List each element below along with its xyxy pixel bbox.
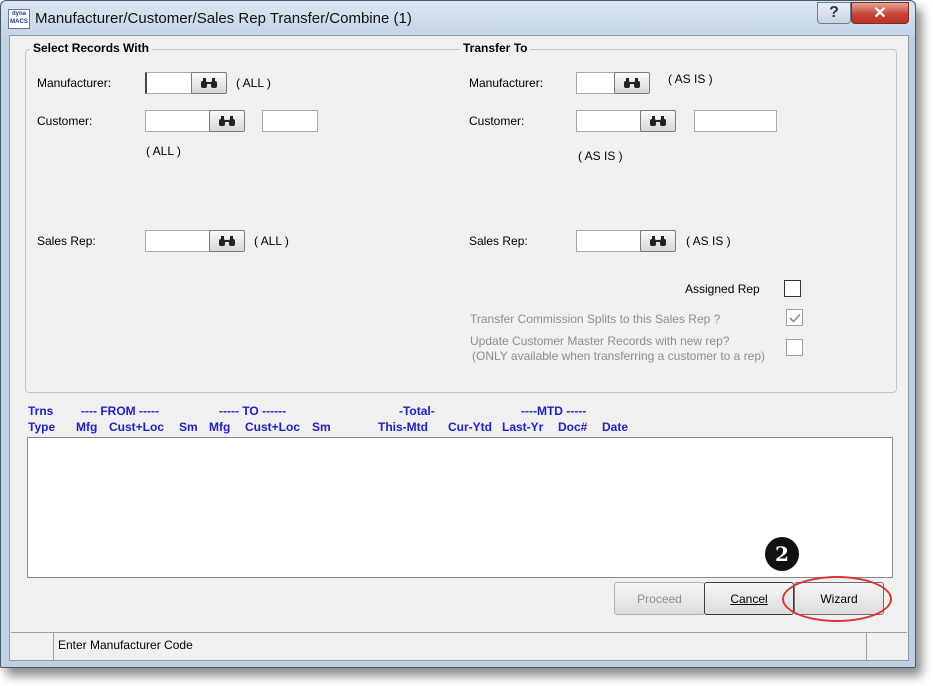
status-message: Enter Manufacturer Code — [53, 633, 867, 660]
col-header-last-yr: Last-Yr — [502, 420, 544, 434]
select-salesrep-lookup-button[interactable] — [209, 230, 245, 252]
cancel-button[interactable]: Cancel — [704, 582, 794, 615]
col-header-mfg-to: Mfg — [209, 420, 231, 434]
col-header-cur-ytd: Cur-Ytd — [448, 420, 492, 434]
update-master-checkbox[interactable] — [786, 339, 803, 356]
transfer-salesrep-hint: ( AS IS ) — [686, 234, 731, 248]
binoculars-icon — [219, 116, 235, 126]
col-header-to-group: ----- TO ------ — [219, 404, 287, 418]
col-header-custloc-to: Cust+Loc — [245, 420, 301, 434]
col-header-from-group: ---- FROM ----- — [81, 404, 159, 418]
select-salesrep-hint: ( ALL ) — [254, 234, 289, 248]
transfer-customer-hint: ( AS IS ) — [578, 149, 623, 163]
title-bar: dyna MACS Manufacturer/Customer/Sales Rep… — [1, 1, 915, 35]
col-header-date: Date — [602, 420, 629, 434]
binoculars-icon — [624, 78, 640, 88]
step-number-badge: 2 — [765, 537, 799, 571]
transfer-salesrep-label: Sales Rep: — [469, 234, 528, 248]
col-header-mtd-group: ----MTD ----- — [521, 404, 587, 418]
update-master-note: (ONLY available when transferring a cust… — [472, 349, 766, 363]
proceed-button[interactable]: Proceed — [614, 582, 705, 615]
transfer-manufacturer-input[interactable] — [576, 72, 616, 94]
transfer-customer-input[interactable] — [576, 110, 642, 132]
col-header-custloc-from: Cust+Loc — [109, 420, 165, 434]
app-logo: dyna MACS — [8, 9, 30, 29]
transfer-manufacturer-hint: ( AS IS ) — [668, 72, 713, 86]
assigned-rep-checkbox[interactable] — [784, 280, 801, 297]
select-salesrep-input[interactable] — [145, 230, 211, 252]
transfer-grid[interactable] — [27, 437, 893, 578]
checkmark-icon — [788, 313, 801, 323]
transfer-manufacturer-label: Manufacturer: — [469, 76, 544, 90]
transfer-customer-lookup-button[interactable] — [640, 110, 676, 132]
select-manufacturer-label: Manufacturer: — [37, 76, 112, 90]
transfer-customer-location-input[interactable] — [694, 110, 777, 132]
window-title: Manufacturer/Customer/Sales Rep Transfer… — [35, 10, 412, 27]
transfer-commission-label: Transfer Commission Splits to this Sales… — [470, 312, 721, 326]
close-button[interactable]: ✕ — [851, 2, 909, 24]
proceed-button-label: Proceed — [637, 591, 682, 606]
select-customer-hint: ( ALL ) — [146, 144, 181, 158]
transfer-to-legend: Transfer To — [460, 41, 531, 55]
col-header-this-mtd: This-Mtd — [378, 420, 428, 434]
col-header-sm-to: Sm — [312, 420, 331, 434]
select-records-legend: Select Records With — [30, 41, 152, 55]
highlight-ellipse — [782, 576, 892, 622]
select-manufacturer-input[interactable] — [145, 72, 192, 94]
criteria-groupbox — [25, 49, 897, 393]
select-customer-input[interactable] — [145, 110, 211, 132]
col-header-type: Type — [28, 420, 56, 434]
status-bar: Enter Manufacturer Code — [11, 632, 907, 660]
transfer-salesrep-lookup-button[interactable] — [640, 230, 676, 252]
update-master-label: Update Customer Master Records with new … — [470, 334, 730, 348]
binoculars-icon — [650, 236, 666, 246]
close-icon: ✕ — [873, 5, 887, 22]
transfer-manufacturer-lookup-button[interactable] — [614, 72, 650, 94]
col-header-doc: Doc# — [558, 420, 588, 434]
select-salesrep-label: Sales Rep: — [37, 234, 96, 248]
cancel-button-label: Cancel — [730, 591, 768, 606]
transfer-commission-checkbox[interactable] — [786, 309, 803, 326]
assigned-rep-label: Assigned Rep — [685, 282, 760, 296]
select-manufacturer-lookup-button[interactable] — [191, 72, 227, 94]
select-customer-label: Customer: — [37, 114, 93, 128]
binoculars-icon — [650, 116, 666, 126]
col-header-mfg-from: Mfg — [76, 420, 98, 434]
transfer-salesrep-input[interactable] — [576, 230, 642, 252]
select-manufacturer-hint: ( ALL ) — [236, 76, 271, 90]
binoculars-icon — [201, 78, 217, 88]
select-customer-lookup-button[interactable] — [209, 110, 245, 132]
select-customer-location-input[interactable] — [262, 110, 318, 132]
transfer-customer-label: Customer: — [469, 114, 525, 128]
col-header-total-group: -Total- — [399, 404, 435, 418]
help-button[interactable]: ? — [817, 2, 851, 24]
col-header-sm-from: Sm — [179, 420, 198, 434]
binoculars-icon — [219, 236, 235, 246]
col-header-trns: Trns — [28, 404, 54, 418]
